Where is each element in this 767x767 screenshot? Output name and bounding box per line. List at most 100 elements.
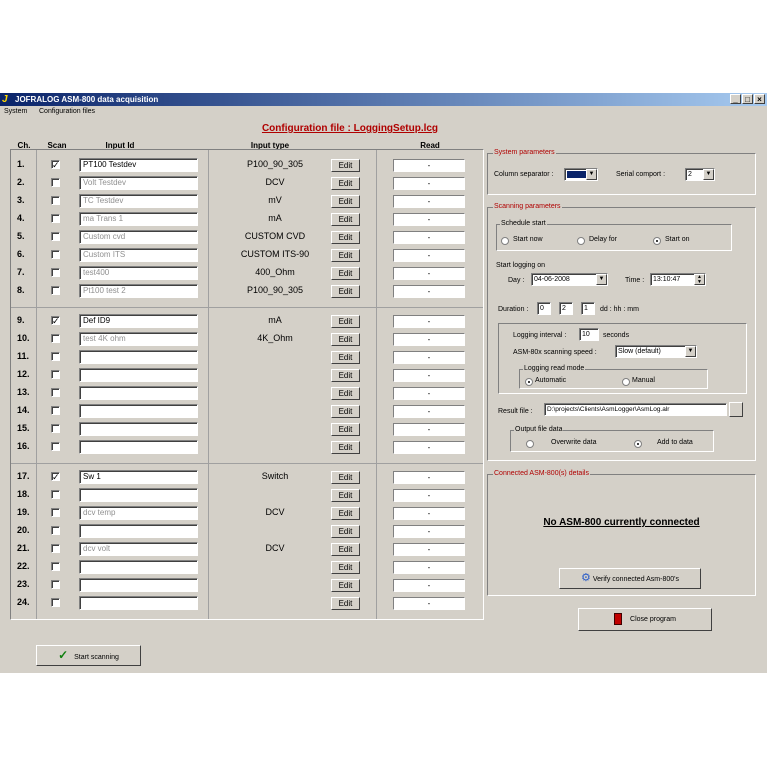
input-id-field[interactable] bbox=[79, 560, 198, 574]
edit-button[interactable]: Edit bbox=[331, 507, 360, 520]
scan-checkbox[interactable] bbox=[51, 352, 60, 361]
spinner-icon[interactable]: ▲ ▼ bbox=[694, 274, 705, 285]
edit-button[interactable]: Edit bbox=[331, 525, 360, 538]
edit-button[interactable]: Edit bbox=[331, 315, 360, 328]
edit-button[interactable]: Edit bbox=[331, 369, 360, 382]
edit-button[interactable]: Edit bbox=[331, 561, 360, 574]
edit-button[interactable]: Edit bbox=[331, 597, 360, 610]
scan-checkbox[interactable] bbox=[51, 232, 60, 241]
edit-button[interactable]: Edit bbox=[331, 177, 360, 190]
verify-connected-button[interactable]: ⚙ Verify connected Asm-800's bbox=[559, 568, 701, 589]
scan-checkbox[interactable]: ✓ bbox=[51, 160, 60, 170]
edit-button[interactable]: Edit bbox=[331, 471, 360, 484]
time-label: Time : bbox=[625, 277, 645, 284]
scan-checkbox[interactable] bbox=[51, 334, 60, 343]
maximize-button[interactable]: □ bbox=[742, 94, 753, 104]
scan-checkbox[interactable] bbox=[51, 388, 60, 397]
input-id-field[interactable]: Custom ITS bbox=[79, 248, 198, 262]
edit-button[interactable]: Edit bbox=[331, 405, 360, 418]
scan-checkbox[interactable] bbox=[51, 370, 60, 379]
edit-button[interactable]: Edit bbox=[331, 267, 360, 280]
scan-checkbox[interactable] bbox=[51, 424, 60, 433]
scan-checkbox[interactable] bbox=[51, 562, 60, 571]
scan-checkbox[interactable] bbox=[51, 598, 60, 607]
input-id-field[interactable]: Def ID9 bbox=[79, 314, 198, 328]
edit-button[interactable]: Edit bbox=[331, 231, 360, 244]
input-id-field[interactable] bbox=[79, 386, 198, 400]
scan-checkbox[interactable] bbox=[51, 526, 60, 535]
input-id-field[interactable]: Custom cvd bbox=[79, 230, 198, 244]
scan-checkbox[interactable] bbox=[51, 490, 60, 499]
input-id-field[interactable]: test 4K ohm bbox=[79, 332, 198, 346]
scan-checkbox[interactable]: ✓ bbox=[51, 472, 60, 482]
radio-automatic[interactable] bbox=[525, 378, 533, 386]
scan-checkbox[interactable] bbox=[51, 250, 60, 259]
input-id-field[interactable] bbox=[79, 368, 198, 382]
input-id-field[interactable] bbox=[79, 488, 198, 502]
radio-overwrite-data[interactable] bbox=[526, 440, 534, 448]
input-id-field[interactable]: Pt100 test 2 bbox=[79, 284, 198, 298]
input-id-field[interactable] bbox=[79, 404, 198, 418]
radio-add-to-data[interactable] bbox=[634, 440, 642, 448]
input-id-field[interactable]: dcv volt bbox=[79, 542, 198, 556]
input-id-field[interactable] bbox=[79, 350, 198, 364]
input-id-field[interactable]: test400 bbox=[79, 266, 198, 280]
input-id-field[interactable] bbox=[79, 524, 198, 538]
scan-checkbox[interactable] bbox=[51, 406, 60, 415]
scanning-speed-select[interactable]: Slow (default) ▼ bbox=[615, 345, 697, 358]
edit-button[interactable]: Edit bbox=[331, 543, 360, 556]
radio-delay-for[interactable] bbox=[577, 237, 585, 245]
input-id-field[interactable]: Volt Testdev bbox=[79, 176, 198, 190]
logging-interval-input[interactable]: 10 bbox=[579, 328, 599, 341]
duration-hours-input[interactable]: 2 bbox=[559, 302, 573, 315]
radio-start-now[interactable] bbox=[501, 237, 509, 245]
browse-button[interactable] bbox=[729, 402, 743, 417]
column-separator-select[interactable]: ▼ bbox=[564, 168, 598, 181]
edit-button[interactable]: Edit bbox=[331, 441, 360, 454]
edit-button[interactable]: Edit bbox=[331, 387, 360, 400]
input-id-field[interactable] bbox=[79, 578, 198, 592]
input-id-field[interactable] bbox=[79, 422, 198, 436]
close-window-button[interactable]: × bbox=[754, 94, 765, 104]
input-id-field[interactable]: TC Testdev bbox=[79, 194, 198, 208]
edit-button[interactable]: Edit bbox=[331, 195, 360, 208]
input-id-field[interactable] bbox=[79, 596, 198, 610]
duration-days-input[interactable]: 0 bbox=[537, 302, 551, 315]
serial-comport-select[interactable]: 2 ▼ bbox=[685, 168, 715, 181]
edit-button[interactable]: Edit bbox=[331, 159, 360, 172]
scan-checkbox[interactable] bbox=[51, 508, 60, 517]
edit-button[interactable]: Edit bbox=[331, 333, 360, 346]
scan-checkbox[interactable] bbox=[51, 544, 60, 553]
start-scanning-button[interactable]: ✓ Start scanning bbox=[36, 645, 141, 666]
result-file-input[interactable]: D:\projects\Clients\AsmLogger\AsmLog.alr bbox=[544, 403, 727, 416]
day-picker[interactable]: 04-06-2008 ▼ bbox=[531, 273, 608, 286]
edit-button[interactable]: Edit bbox=[331, 489, 360, 502]
input-id-field[interactable]: PT100 Testdev bbox=[79, 158, 198, 172]
edit-button[interactable]: Edit bbox=[331, 579, 360, 592]
scan-checkbox[interactable] bbox=[51, 286, 60, 295]
input-id-field[interactable]: dcv temp bbox=[79, 506, 198, 520]
scan-checkbox[interactable] bbox=[51, 178, 60, 187]
scan-checkbox[interactable] bbox=[51, 268, 60, 277]
menu-configuration-files[interactable]: Configuration files bbox=[39, 108, 95, 115]
input-id-field[interactable]: Sw 1 bbox=[79, 470, 198, 484]
edit-button[interactable]: Edit bbox=[331, 285, 360, 298]
input-id-field[interactable] bbox=[79, 440, 198, 454]
scan-checkbox[interactable] bbox=[51, 442, 60, 451]
scan-checkbox[interactable] bbox=[51, 214, 60, 223]
edit-button[interactable]: Edit bbox=[331, 351, 360, 364]
minimize-button[interactable]: _ bbox=[730, 94, 741, 104]
radio-manual[interactable] bbox=[622, 378, 630, 386]
duration-minutes-input[interactable]: 1 bbox=[581, 302, 595, 315]
scan-checkbox[interactable]: ✓ bbox=[51, 316, 60, 326]
input-id-field[interactable]: ma Trans 1 bbox=[79, 212, 198, 226]
time-picker[interactable]: 13:10:47 ▲ ▼ bbox=[650, 273, 706, 286]
edit-button[interactable]: Edit bbox=[331, 213, 360, 226]
menu-system[interactable]: System bbox=[4, 108, 27, 115]
close-program-button[interactable]: Close program bbox=[578, 608, 712, 631]
edit-button[interactable]: Edit bbox=[331, 423, 360, 436]
scan-checkbox[interactable] bbox=[51, 580, 60, 589]
edit-button[interactable]: Edit bbox=[331, 249, 360, 262]
scan-checkbox[interactable] bbox=[51, 196, 60, 205]
radio-start-on[interactable] bbox=[653, 237, 661, 245]
